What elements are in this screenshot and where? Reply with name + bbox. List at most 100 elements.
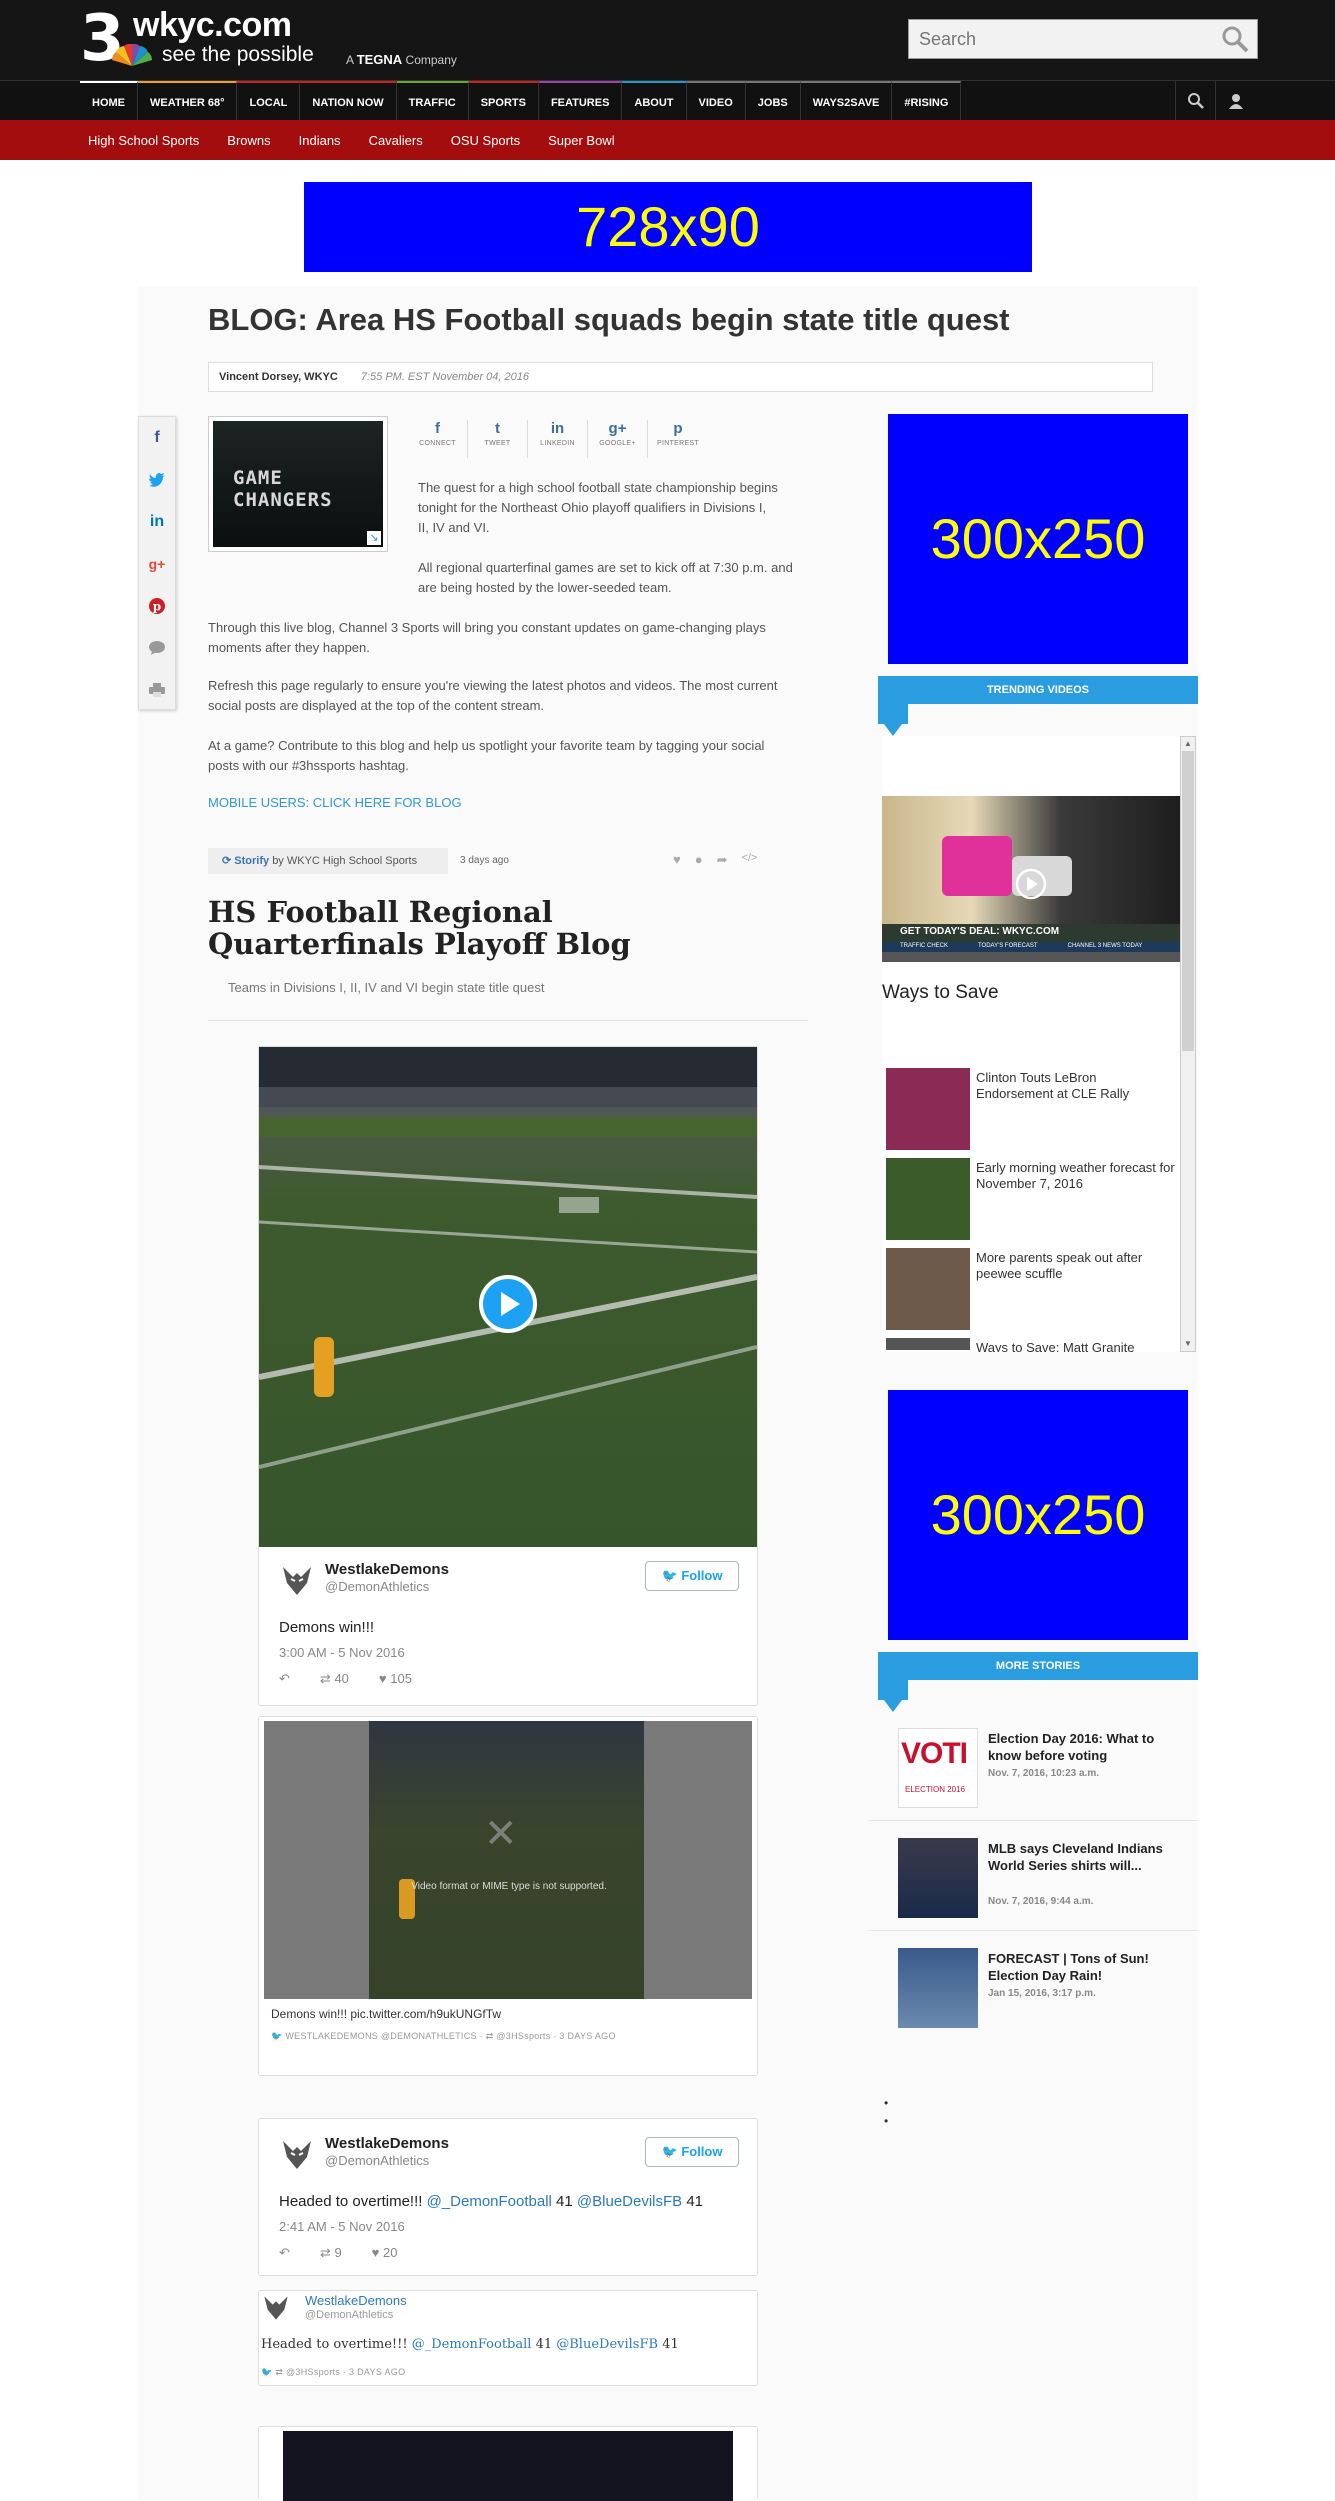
- author-name[interactable]: Vincent Dorsey, WKYC: [219, 371, 338, 383]
- tweet-time[interactable]: 3:00 AM - 5 Nov 2016: [279, 1645, 405, 1660]
- avatar[interactable]: [279, 1563, 315, 1599]
- scrollbar[interactable]: ▲ ▼: [1180, 736, 1196, 1352]
- embed-author-name[interactable]: WestlakeDemons: [305, 2293, 407, 2308]
- search-icon[interactable]: [1220, 24, 1250, 54]
- expand-icon[interactable]: ↘: [367, 531, 381, 545]
- linkedin-icon[interactable]: in: [139, 501, 175, 543]
- tweet-author-name[interactable]: WestlakeDemons: [325, 1561, 449, 1578]
- share-button[interactable]: p PINTEREST: [648, 420, 708, 458]
- nav-item[interactable]: VIDEO: [686, 81, 746, 121]
- site-name[interactable]: wkyc.com: [133, 6, 292, 45]
- comment-icon[interactable]: [139, 627, 175, 669]
- subnav-item[interactable]: Indians: [299, 120, 341, 160]
- mention-link[interactable]: @_DemonFootball: [427, 2193, 552, 2210]
- subnav-item[interactable]: Browns: [227, 120, 270, 160]
- mention-link[interactable]: @BlueDevilsFB: [556, 2337, 658, 2352]
- nav-item[interactable]: ABOUT: [622, 81, 687, 121]
- share-button[interactable]: g+ GOOGLE+: [588, 420, 648, 458]
- chevron-down-icon[interactable]: ▼: [1181, 1337, 1195, 1351]
- storify-credit[interactable]: ⟳ Storify by WKYC High School Sports: [208, 848, 448, 874]
- subnav-item[interactable]: Cavaliers: [369, 120, 423, 160]
- googleplus-icon[interactable]: g+: [139, 543, 175, 585]
- share-button[interactable]: t TWEET: [468, 420, 528, 458]
- comment-icon[interactable]: ●: [695, 852, 703, 868]
- featured-video-title[interactable]: Ways to Save: [882, 982, 999, 1004]
- nav-search-button[interactable]: [1175, 81, 1215, 121]
- reply-icon[interactable]: ↶: [279, 1671, 290, 1687]
- tweet-author-name[interactable]: WestlakeDemons: [325, 2135, 449, 2152]
- mention-link[interactable]: @BlueDevilsFB: [577, 2193, 682, 2210]
- retweet-button[interactable]: ⇄ 40: [320, 1671, 349, 1687]
- play-icon[interactable]: [479, 1275, 537, 1333]
- nav-item[interactable]: #RISING: [892, 81, 962, 121]
- twitter-icon[interactable]: [139, 459, 175, 501]
- embed-author-handle[interactable]: @DemonAthletics: [305, 2309, 393, 2321]
- mention-link[interactable]: @_DemonFootball: [412, 2337, 532, 2352]
- nav-item[interactable]: LOCAL: [237, 81, 301, 121]
- story-thumb[interactable]: [898, 1838, 978, 1918]
- pinterest-icon[interactable]: p: [139, 585, 175, 627]
- subnav-item[interactable]: Super Bowl: [548, 120, 614, 160]
- avatar[interactable]: [261, 2293, 291, 2323]
- subnav-item[interactable]: OSU Sports: [451, 120, 520, 160]
- share-label: PINTEREST: [657, 440, 699, 447]
- sidebar-ad-1[interactable]: 300x250: [888, 414, 1188, 664]
- video-thumb[interactable]: [886, 1338, 970, 1350]
- tweet-author-handle[interactable]: @DemonAthletics: [325, 1579, 429, 1594]
- chevron-up-icon[interactable]: ▲: [1181, 737, 1195, 751]
- story-thumb[interactable]: [898, 1948, 978, 2028]
- follow-button[interactable]: 🐦 Follow: [645, 2137, 739, 2167]
- nav-item[interactable]: TRAFFIC: [396, 81, 469, 121]
- embed-video[interactable]: [283, 2431, 733, 2501]
- storify-embed: ✕ Video format or MIME type is not suppo…: [258, 1716, 758, 2076]
- search-input[interactable]: [908, 19, 1258, 59]
- sidebar-ad-2[interactable]: 300x250: [888, 1390, 1188, 1640]
- share-icon[interactable]: ➦: [717, 852, 728, 868]
- embed-meta-text[interactable]: ⇄ @3HSsports · 3 DAYS AGO: [275, 2367, 405, 2377]
- nav-item[interactable]: NATION NOW: [300, 81, 397, 121]
- video-title[interactable]: Early morning weather forecast for Novem…: [976, 1160, 1176, 1192]
- story-title[interactable]: Election Day 2016: What to know before v…: [988, 1730, 1188, 1764]
- avatar[interactable]: [279, 2137, 315, 2173]
- story-thumb[interactable]: VOTI ELECTION 2016: [898, 1728, 978, 1808]
- embed-icon[interactable]: </>: [741, 852, 757, 868]
- video-thumb[interactable]: [886, 1068, 970, 1150]
- video-thumb[interactable]: [886, 1158, 970, 1240]
- share-button[interactable]: f CONNECT: [408, 420, 468, 458]
- nav-item[interactable]: WEATHER 68°: [138, 81, 238, 121]
- tweet-video[interactable]: [259, 1047, 757, 1547]
- embed-video[interactable]: ✕ Video format or MIME type is not suppo…: [264, 1721, 752, 1999]
- nav-item[interactable]: WAYS2SAVE: [800, 81, 893, 121]
- facebook-icon[interactable]: f: [139, 417, 175, 459]
- video-title[interactable]: More parents speak out after peewee scuf…: [976, 1250, 1176, 1282]
- nav-item[interactable]: HOME: [80, 81, 138, 121]
- subnav-item[interactable]: High School Sports: [88, 120, 199, 160]
- like-button[interactable]: ♥ 105: [379, 1671, 412, 1687]
- twitter-icon: 🐦: [261, 2367, 273, 2377]
- video-title[interactable]: Ways to Save: Matt Granite: [976, 1340, 1176, 1352]
- nav-item[interactable]: JOBS: [745, 81, 801, 121]
- tweet-time[interactable]: 2:41 AM - 5 Nov 2016: [279, 2219, 405, 2234]
- embed-meta-text[interactable]: WESTLAKEDEMONS @DEMONATHLETICS · ⇄ @3HSs…: [285, 2031, 615, 2041]
- nav-item[interactable]: FEATURES: [538, 81, 623, 121]
- nav-item[interactable]: SPORTS: [468, 81, 539, 121]
- scroll-thumb[interactable]: [1182, 751, 1194, 1051]
- follow-button[interactable]: 🐦 Follow: [645, 1561, 739, 1591]
- video-title[interactable]: Clinton Touts LeBron Endorsement at CLE …: [976, 1070, 1176, 1102]
- mobile-blog-link[interactable]: MOBILE USERS: CLICK HERE FOR BLOG: [208, 795, 462, 810]
- nav-user-button[interactable]: [1215, 81, 1255, 121]
- play-icon[interactable]: [1015, 868, 1047, 900]
- print-icon[interactable]: [139, 669, 175, 711]
- story-title[interactable]: MLB says Cleveland Indians World Series …: [988, 1840, 1188, 1874]
- retweet-button[interactable]: ⇄ 9: [320, 2245, 342, 2261]
- leaderboard-ad[interactable]: 728x90: [304, 182, 1032, 272]
- share-button[interactable]: in LINKEDIN: [528, 420, 588, 458]
- video-thumb[interactable]: [886, 1248, 970, 1330]
- like-icon[interactable]: ♥: [673, 852, 681, 868]
- reply-icon[interactable]: ↶: [279, 2245, 290, 2261]
- like-button[interactable]: ♥ 20: [372, 2245, 398, 2261]
- featured-video-thumb[interactable]: GET TODAY'S DEAL: WKYC.COM TRAFFIC CHECK…: [882, 796, 1180, 962]
- article-thumbnail[interactable]: GAME CHANGERS ↘: [208, 416, 388, 552]
- tweet-author-handle[interactable]: @DemonAthletics: [325, 2153, 429, 2168]
- story-title[interactable]: FORECAST | Tons of Sun! Election Day Rai…: [988, 1950, 1188, 1984]
